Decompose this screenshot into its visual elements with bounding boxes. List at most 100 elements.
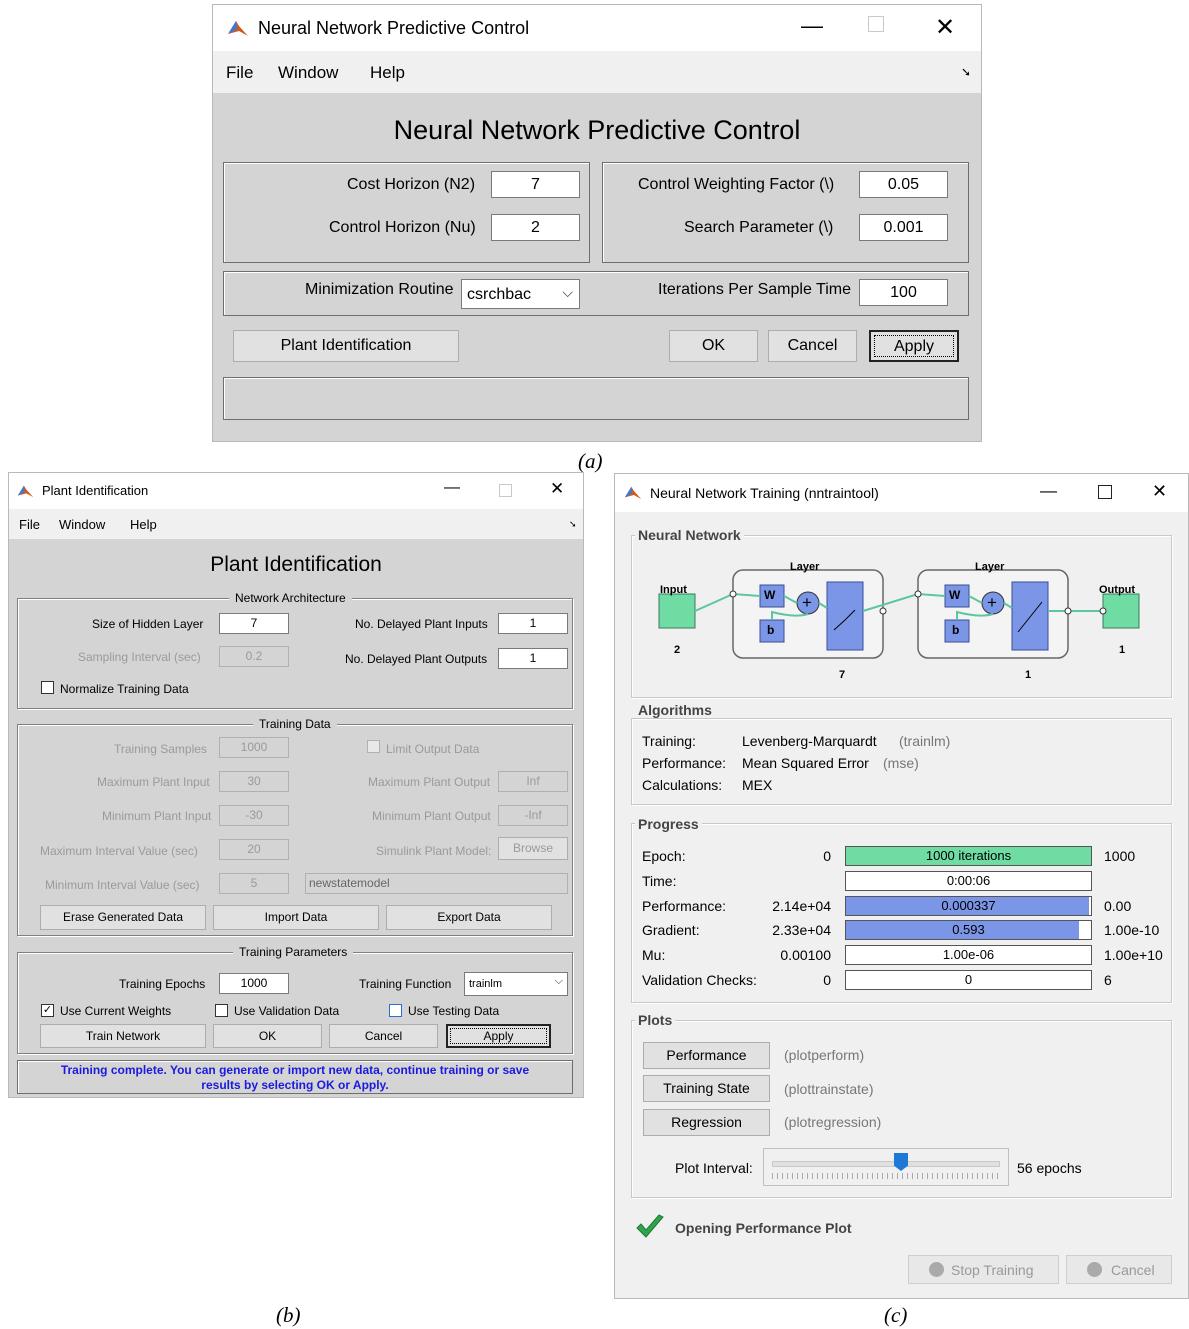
control-horizon-input[interactable]: 2 bbox=[491, 214, 580, 241]
search-parameter-input[interactable]: 0.001 bbox=[859, 214, 948, 241]
erase-generated-data-button[interactable]: Erase Generated Data bbox=[40, 905, 206, 930]
plot-regression-button[interactable]: Regression bbox=[643, 1109, 770, 1136]
training-label: Training: bbox=[642, 733, 696, 749]
min-plant-output-input[interactable]: -Inf bbox=[498, 805, 568, 826]
plot-performance-button[interactable]: Performance bbox=[643, 1042, 770, 1069]
plot-training-state-function: (plottrainstate) bbox=[784, 1081, 874, 1097]
cancel-button[interactable]: Cancel bbox=[768, 330, 857, 362]
simulink-model-input[interactable]: newstatemodel bbox=[305, 873, 568, 894]
training-function-select[interactable]: trainlm ⌵ bbox=[464, 972, 568, 996]
close-icon[interactable]: ✕ bbox=[1152, 481, 1167, 502]
plot-interval-slider[interactable] bbox=[763, 1148, 1009, 1186]
neural-network-title: Neural Network bbox=[635, 527, 744, 543]
max-plant-output-input[interactable]: Inf bbox=[498, 771, 568, 792]
plot-interval-label: Plot Interval: bbox=[675, 1160, 753, 1176]
min-routine-select[interactable]: csrchbac ⌵ bbox=[461, 279, 580, 309]
hidden-layer-label: Size of Hidden Layer bbox=[92, 617, 204, 631]
browse-button[interactable]: Browse bbox=[498, 837, 568, 860]
delayed-inputs-label: No. Delayed Plant Inputs bbox=[355, 617, 488, 631]
matlab-icon bbox=[624, 486, 642, 500]
search-parameter-label: Search Parameter (\) bbox=[684, 219, 834, 236]
cancel-button[interactable]: Cancel bbox=[329, 1024, 438, 1048]
dock-arrow-icon[interactable]: ➘ bbox=[961, 65, 971, 79]
maximize-icon[interactable] bbox=[499, 484, 512, 497]
training-data-title: Training Data bbox=[253, 717, 337, 731]
progress-bar-text: 0.000337 bbox=[941, 897, 996, 913]
delayed-outputs-input[interactable]: 1 bbox=[498, 648, 568, 669]
min-plant-input-input[interactable]: -30 bbox=[219, 805, 289, 826]
training-samples-label: Training Samples bbox=[114, 742, 207, 756]
hidden-layer-input[interactable]: 7 bbox=[219, 613, 289, 634]
chevron-down-icon: ⌵ bbox=[554, 975, 563, 987]
train-network-button[interactable]: Train Network bbox=[40, 1024, 206, 1048]
min-interval-input[interactable]: 5 bbox=[219, 873, 289, 894]
progress-row-end: 0.00 bbox=[1104, 897, 1132, 914]
training-samples-input[interactable]: 1000 bbox=[219, 737, 289, 758]
calculations-label: Calculations: bbox=[642, 777, 723, 793]
menu-window[interactable]: Window bbox=[278, 63, 338, 83]
limit-output-checkbox[interactable] bbox=[367, 740, 380, 753]
progress-bar-text: 0 bbox=[964, 972, 973, 987]
progress-title: Progress bbox=[635, 816, 702, 832]
apply-button-label: Apply bbox=[450, 1028, 547, 1044]
use-testing-checkbox[interactable] bbox=[389, 1004, 402, 1017]
minimize-icon[interactable]: — bbox=[1040, 481, 1057, 501]
apply-button[interactable]: Apply bbox=[446, 1024, 551, 1048]
maximize-icon[interactable] bbox=[1098, 485, 1112, 499]
plots-title: Plots bbox=[635, 1012, 676, 1028]
plot-performance-function: (plotperform) bbox=[784, 1047, 865, 1063]
normalize-checkbox[interactable] bbox=[41, 681, 54, 694]
progress-bar-text: 1000 iterations bbox=[925, 848, 1012, 863]
apply-button[interactable]: Apply bbox=[869, 330, 959, 362]
weighting-input[interactable]: 0.05 bbox=[859, 171, 948, 198]
max-plant-input-input[interactable]: 30 bbox=[219, 771, 289, 792]
use-current-weights-checkbox[interactable]: ✓ bbox=[41, 1004, 54, 1017]
status-panel bbox=[223, 377, 969, 420]
sampling-interval-input[interactable]: 0.2 bbox=[219, 646, 289, 667]
minimize-icon[interactable]: — bbox=[801, 13, 823, 39]
max-plant-output-label: Maximum Plant Output bbox=[368, 775, 491, 789]
import-data-button[interactable]: Import Data bbox=[213, 905, 379, 930]
close-icon[interactable]: ✕ bbox=[935, 13, 955, 42]
dock-arrow-icon[interactable]: ➘ bbox=[569, 519, 577, 530]
ok-button[interactable]: OK bbox=[213, 1024, 322, 1048]
progress-bar-text: 1.00e-06 bbox=[942, 947, 995, 963]
weighting-label: Control Weighting Factor (\) bbox=[638, 176, 835, 193]
menu-file[interactable]: File bbox=[19, 517, 40, 532]
close-icon[interactable]: ✕ bbox=[550, 479, 564, 499]
delayed-outputs-label: No. Delayed Plant Outputs bbox=[345, 652, 488, 666]
min-plant-output-label: Minimum Plant Output bbox=[372, 809, 491, 823]
plot-training-state-button[interactable]: Training State bbox=[643, 1075, 770, 1102]
slider-thumb[interactable] bbox=[894, 1153, 908, 1171]
training-epochs-input[interactable]: 1000 bbox=[219, 973, 289, 994]
delayed-inputs-input[interactable]: 1 bbox=[498, 613, 568, 634]
ok-button[interactable]: OK bbox=[669, 330, 758, 362]
plant-identification-button[interactable]: Plant Identification bbox=[233, 330, 459, 362]
max-interval-input[interactable]: 20 bbox=[219, 839, 289, 860]
use-validation-checkbox[interactable] bbox=[215, 1004, 228, 1017]
menu-file[interactable]: File bbox=[226, 63, 253, 83]
menu-help[interactable]: Help bbox=[370, 63, 405, 83]
layer2-label: Layer bbox=[975, 561, 1005, 573]
menu-help[interactable]: Help bbox=[130, 517, 157, 532]
stop-training-button[interactable]: Stop Training bbox=[908, 1255, 1059, 1284]
window-nntraintool: Neural Network Training (nntraintool) — … bbox=[614, 473, 1189, 1299]
iterations-input[interactable]: 100 bbox=[859, 279, 948, 306]
maximize-icon[interactable] bbox=[868, 16, 884, 32]
cost-horizon-input[interactable]: 7 bbox=[491, 171, 580, 198]
input-label: Input bbox=[660, 584, 687, 596]
tool-body: Neural Network Input 2 Layer Layer W b W… bbox=[615, 512, 1188, 1298]
progress-bar-text: 0.593 bbox=[952, 922, 985, 938]
menu-window[interactable]: Window bbox=[59, 517, 105, 532]
window-title: Neural Network Training (nntraintool) bbox=[650, 485, 879, 501]
minimize-icon[interactable]: — bbox=[444, 479, 460, 497]
use-validation-label: Use Validation Data bbox=[234, 1004, 340, 1018]
status-text: Opening Performance Plot bbox=[675, 1220, 852, 1236]
use-current-weights-label: Use Current Weights bbox=[60, 1004, 172, 1018]
progress-bar: 0 bbox=[845, 970, 1092, 990]
export-data-button[interactable]: Export Data bbox=[386, 905, 552, 930]
layer2-bias-b: b bbox=[952, 623, 960, 637]
cancel-button[interactable]: Cancel bbox=[1066, 1255, 1172, 1284]
caption-a: (a) bbox=[578, 449, 603, 473]
window-title: Plant Identification bbox=[42, 483, 149, 498]
